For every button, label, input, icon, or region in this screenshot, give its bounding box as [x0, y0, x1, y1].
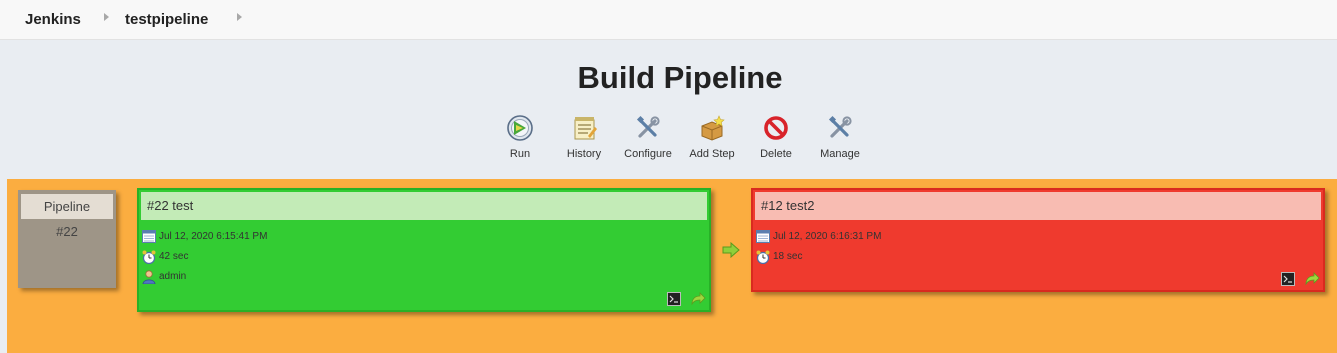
page-title: Build Pipeline: [577, 60, 783, 95]
pipeline-revision-box: Pipeline #22: [18, 190, 116, 288]
build-card[interactable]: #22 test Jul 12, 2020 6:15:41 PM 42 sec …: [137, 188, 711, 312]
alarm-clock-icon: [756, 250, 770, 264]
build-actions: [1276, 272, 1320, 288]
run-icon: [507, 115, 533, 141]
build-duration: 42 sec: [159, 251, 189, 262]
retry-arrow-icon[interactable]: [1304, 272, 1320, 291]
no-entry-icon: [764, 116, 788, 140]
calendar-icon: [142, 230, 156, 243]
tools-icon: [828, 115, 852, 138]
build-user[interactable]: admin: [159, 269, 186, 285]
build-card[interactable]: #12 test2 Jul 12, 2020 6:16:31 PM 18 sec: [751, 188, 1325, 292]
pipeline-arrow-icon: [722, 241, 740, 259]
pipeline-label: Pipeline: [21, 194, 113, 219]
pipeline-number: #22: [56, 224, 78, 239]
build-title[interactable]: #22 test: [141, 192, 707, 220]
tools-icon: [636, 115, 660, 138]
manage-button[interactable]: Manage: [802, 114, 878, 160]
manage-label: Manage: [820, 148, 860, 160]
breadcrumb-chevron-icon[interactable]: [237, 13, 242, 21]
user-icon: [142, 270, 156, 284]
build-date: Jul 12, 2020 6:16:31 PM: [773, 231, 882, 242]
breadcrumb-bar: Jenkins testpipeline: [0, 0, 1337, 40]
retry-arrow-icon[interactable]: [690, 292, 706, 311]
console-icon[interactable]: [666, 292, 681, 311]
breadcrumb-chevron-icon[interactable]: [104, 13, 109, 21]
build-title[interactable]: #12 test2: [755, 192, 1321, 220]
build-date: Jul 12, 2020 6:15:41 PM: [159, 231, 268, 242]
build-duration: 18 sec: [773, 251, 803, 262]
breadcrumb-jenkins[interactable]: Jenkins: [25, 11, 81, 28]
console-icon[interactable]: [1280, 272, 1295, 291]
alarm-clock-icon: [142, 250, 156, 264]
package-icon: [701, 115, 725, 141]
calendar-icon: [756, 230, 770, 243]
notepad-icon: [574, 117, 597, 140]
build-actions: [662, 292, 706, 308]
breadcrumb-testpipeline[interactable]: testpipeline: [125, 11, 208, 28]
